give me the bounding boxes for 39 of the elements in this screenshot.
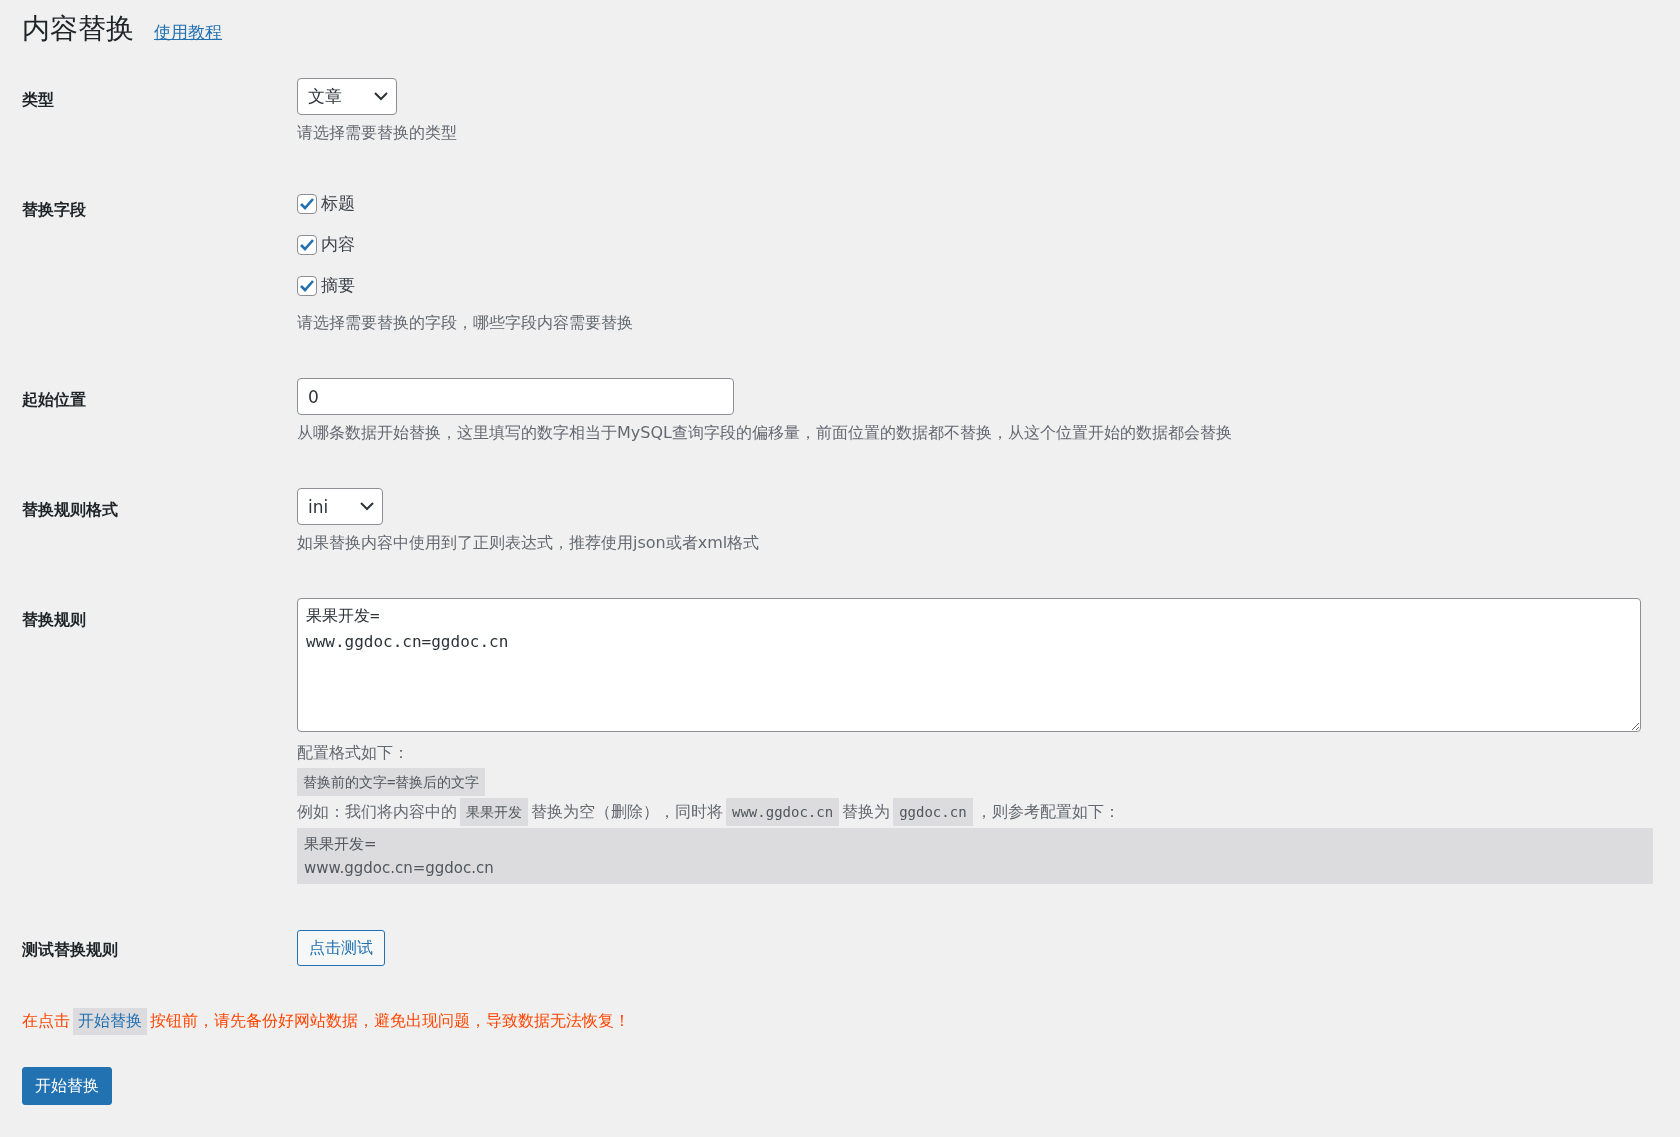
page-title: 内容替换 [22, 11, 134, 47]
chevron-down-icon [374, 92, 388, 101]
dropdown-select[interactable]: ini [297, 488, 384, 525]
field-label: 类型 [22, 89, 55, 111]
checkbox-label: 标题 [321, 192, 355, 215]
inline-code: 替换前的文字=替换后的文字 [297, 768, 486, 796]
field-description: 从哪条数据开始替换，这里填写的数字相当于MySQL查询字段的偏移量，前面位置的数据都不替换，从这个位置开始的数据都会替换 [297, 423, 1232, 444]
description-text: ，则参考配置如下： [975, 801, 1120, 823]
test-button[interactable]: 点击测试 [297, 930, 385, 966]
field-description: 请选择需要替换的字段，哪些字段内容需要替换 [297, 313, 633, 334]
field-label: 替换字段 [22, 199, 87, 221]
inline-code: 开始替换 [73, 1008, 147, 1035]
checkbox-label: 摘要 [321, 274, 355, 297]
dropdown-select[interactable]: 文章 [297, 78, 397, 115]
checkbox-label: 内容 [321, 233, 355, 256]
field-label: 替换规则格式 [22, 499, 119, 521]
code-example: 果果开发= www.ggdoc.cn=ggdoc.cn [297, 828, 1653, 884]
rules-textarea[interactable]: 果果开发= www.ggdoc.cn=ggdoc.cn [297, 598, 1641, 732]
chevron-down-icon [360, 502, 375, 511]
field-label: 测试替换规则 [22, 939, 119, 961]
field-label: 替换规则 [22, 609, 87, 631]
checkbox[interactable] [297, 193, 317, 214]
description-text: 替换为空（删除），同时将 [531, 801, 723, 823]
field-description: 请选择需要替换的类型 [297, 123, 457, 144]
field-label: 起始位置 [22, 389, 87, 411]
description-text: 替换为 [842, 801, 891, 823]
input-field[interactable]: 0 [297, 378, 734, 415]
checkbox[interactable] [297, 234, 317, 255]
warning-text: 按钮前，请先备份好网站数据，避免出现问题，导致数据无法恢复！ [150, 1011, 630, 1032]
inline-code: 果果开发 [460, 798, 528, 826]
description-text: 例如：我们将内容中的 [297, 801, 457, 823]
start-replace-button[interactable]: 开始替换 [22, 1067, 112, 1105]
checkbox[interactable] [297, 275, 317, 296]
field-description: 如果替换内容中使用到了正则表达式，推荐使用json或者xml格式 [297, 533, 760, 554]
warning-text: 在点击 [22, 1011, 70, 1032]
tutorial-link[interactable]: 使用教程 [154, 21, 222, 44]
inline-code: www.ggdoc.cn [726, 798, 840, 826]
inline-code: ggdoc.cn [893, 798, 973, 826]
description-text: 配置格式如下： [297, 742, 409, 764]
